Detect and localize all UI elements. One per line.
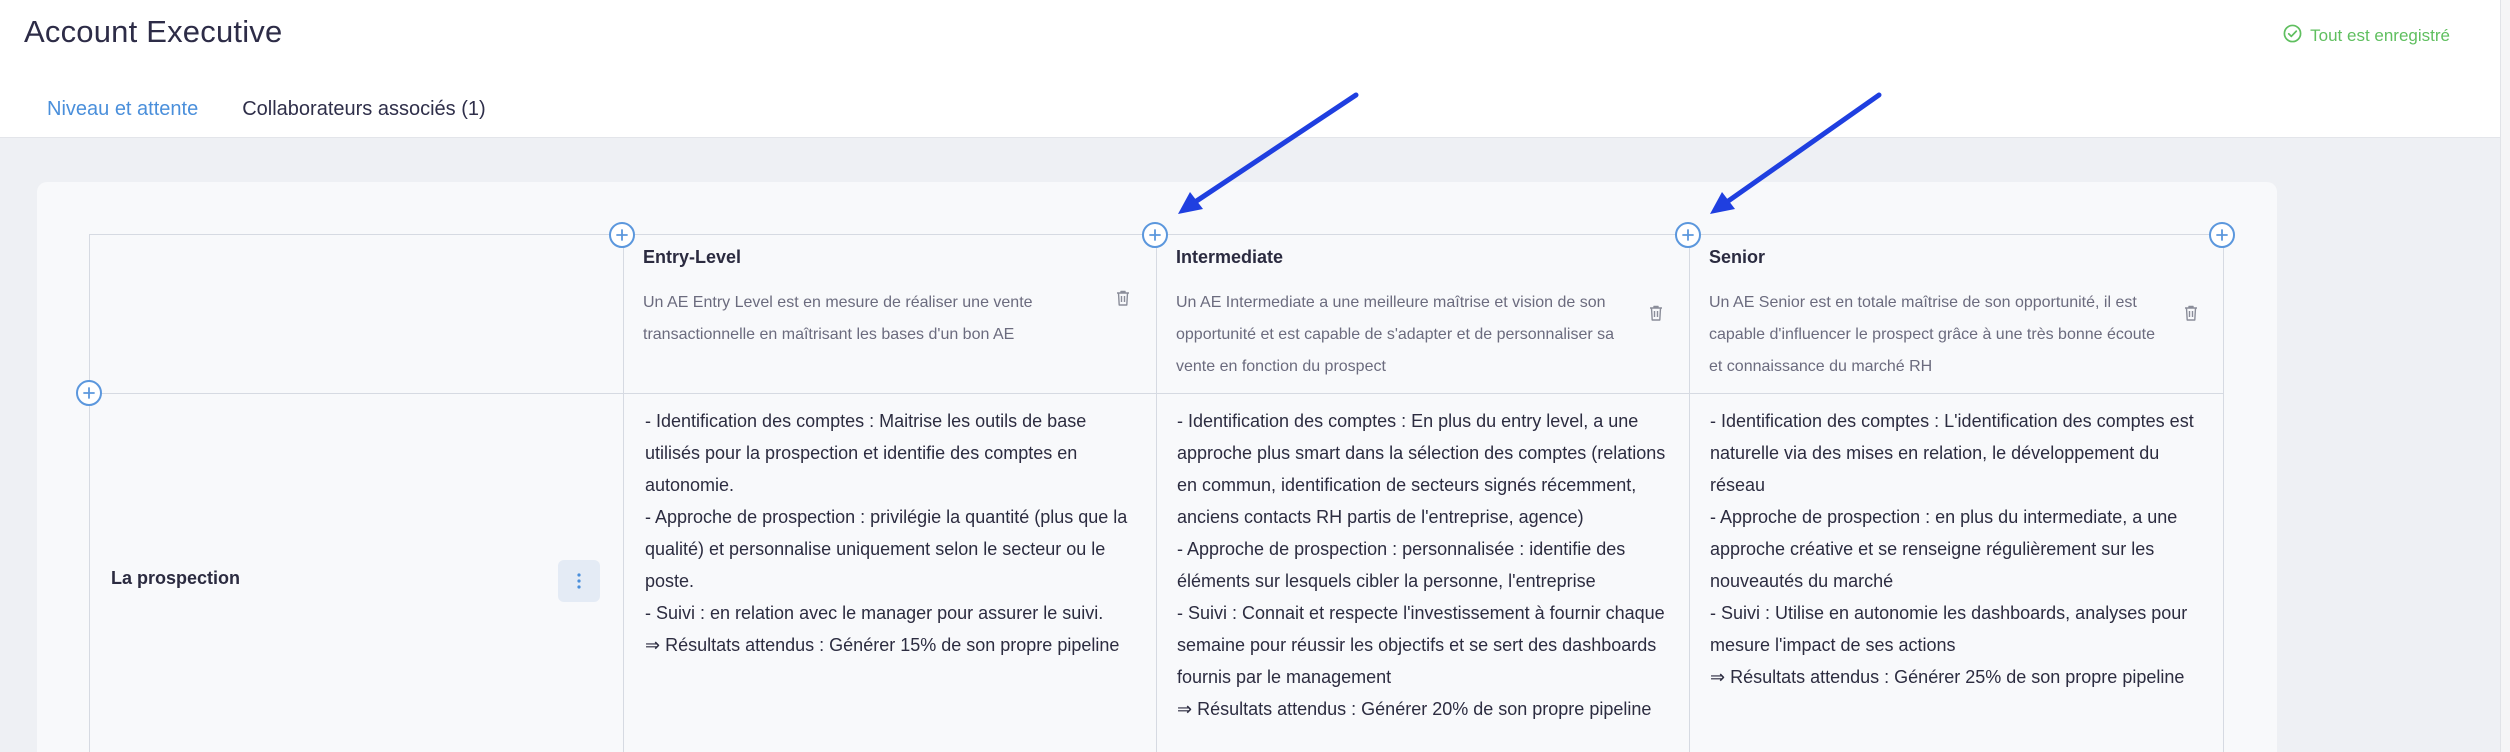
competency-cell-intermediate[interactable]: - Identification des comptes : En plus d…: [1177, 405, 1667, 725]
trash-icon: [1117, 290, 1129, 306]
plus-circle-icon: [1682, 229, 1694, 241]
grid-col-line-3: [1689, 234, 1690, 752]
plus-circle-icon: [83, 387, 95, 399]
tab-collaborateurs-associes[interactable]: Collaborateurs associés (1): [242, 98, 485, 121]
page-header: Account Executive Tout est enregistré Ni…: [0, 0, 2500, 138]
plus-circle-icon: [1149, 229, 1161, 241]
level-title-entry: Entry-Level: [643, 247, 742, 267]
add-level-button-1[interactable]: [1142, 222, 1168, 248]
competency-cell-entry[interactable]: - Identification des comptes : Maitrise …: [645, 405, 1135, 661]
delete-level-senior-button[interactable]: [2183, 304, 2199, 322]
level-description-senior: Un AE Senior est en totale maîtrise de s…: [1709, 294, 2156, 375]
level-title-senior: Senior: [1709, 247, 1766, 267]
trash-icon: [2185, 305, 2197, 321]
add-level-button-3[interactable]: [2209, 222, 2235, 248]
level-description-entry: Un AE Entry Level est en mesure de réali…: [643, 294, 1033, 343]
add-row-button[interactable]: [76, 380, 102, 406]
grid-col-line-0: [89, 234, 90, 752]
competency-row-label: La prospection: [111, 568, 241, 588]
check-circle-icon: [2283, 24, 2302, 48]
plus-circle-icon: [2216, 229, 2228, 241]
trash-icon: [1650, 305, 1662, 321]
grid-col-line-2: [1156, 234, 1157, 752]
delete-level-entry-button[interactable]: [1115, 289, 1131, 307]
kebab-menu-icon: [577, 573, 581, 589]
add-level-button-2[interactable]: [1675, 222, 1701, 248]
grid-col-line-1: [623, 234, 624, 752]
page-title: Account Executive: [24, 14, 283, 49]
delete-level-intermediate-button[interactable]: [1648, 304, 1664, 322]
level-description-intermediate: Un AE Intermediate a une meilleure maîtr…: [1176, 294, 1615, 375]
plus-circle-icon: [616, 229, 628, 241]
grid-col-line-4: [2223, 234, 2224, 752]
save-status-text: Tout est enregistré: [2310, 26, 2450, 45]
level-title-intermediate: Intermediate: [1176, 247, 1284, 267]
row-menu-button[interactable]: [558, 560, 600, 602]
save-status: Tout est enregistré: [2283, 24, 2450, 48]
competency-cell-senior[interactable]: - Identification des comptes : L'identif…: [1710, 405, 2210, 693]
vertical-scrollbar[interactable]: [2500, 0, 2510, 752]
add-level-button-0[interactable]: [609, 222, 635, 248]
tab-niveau-et-attente[interactable]: Niveau et attente: [47, 98, 198, 121]
tab-bar: Niveau et attente Collaborateurs associé…: [47, 98, 486, 121]
